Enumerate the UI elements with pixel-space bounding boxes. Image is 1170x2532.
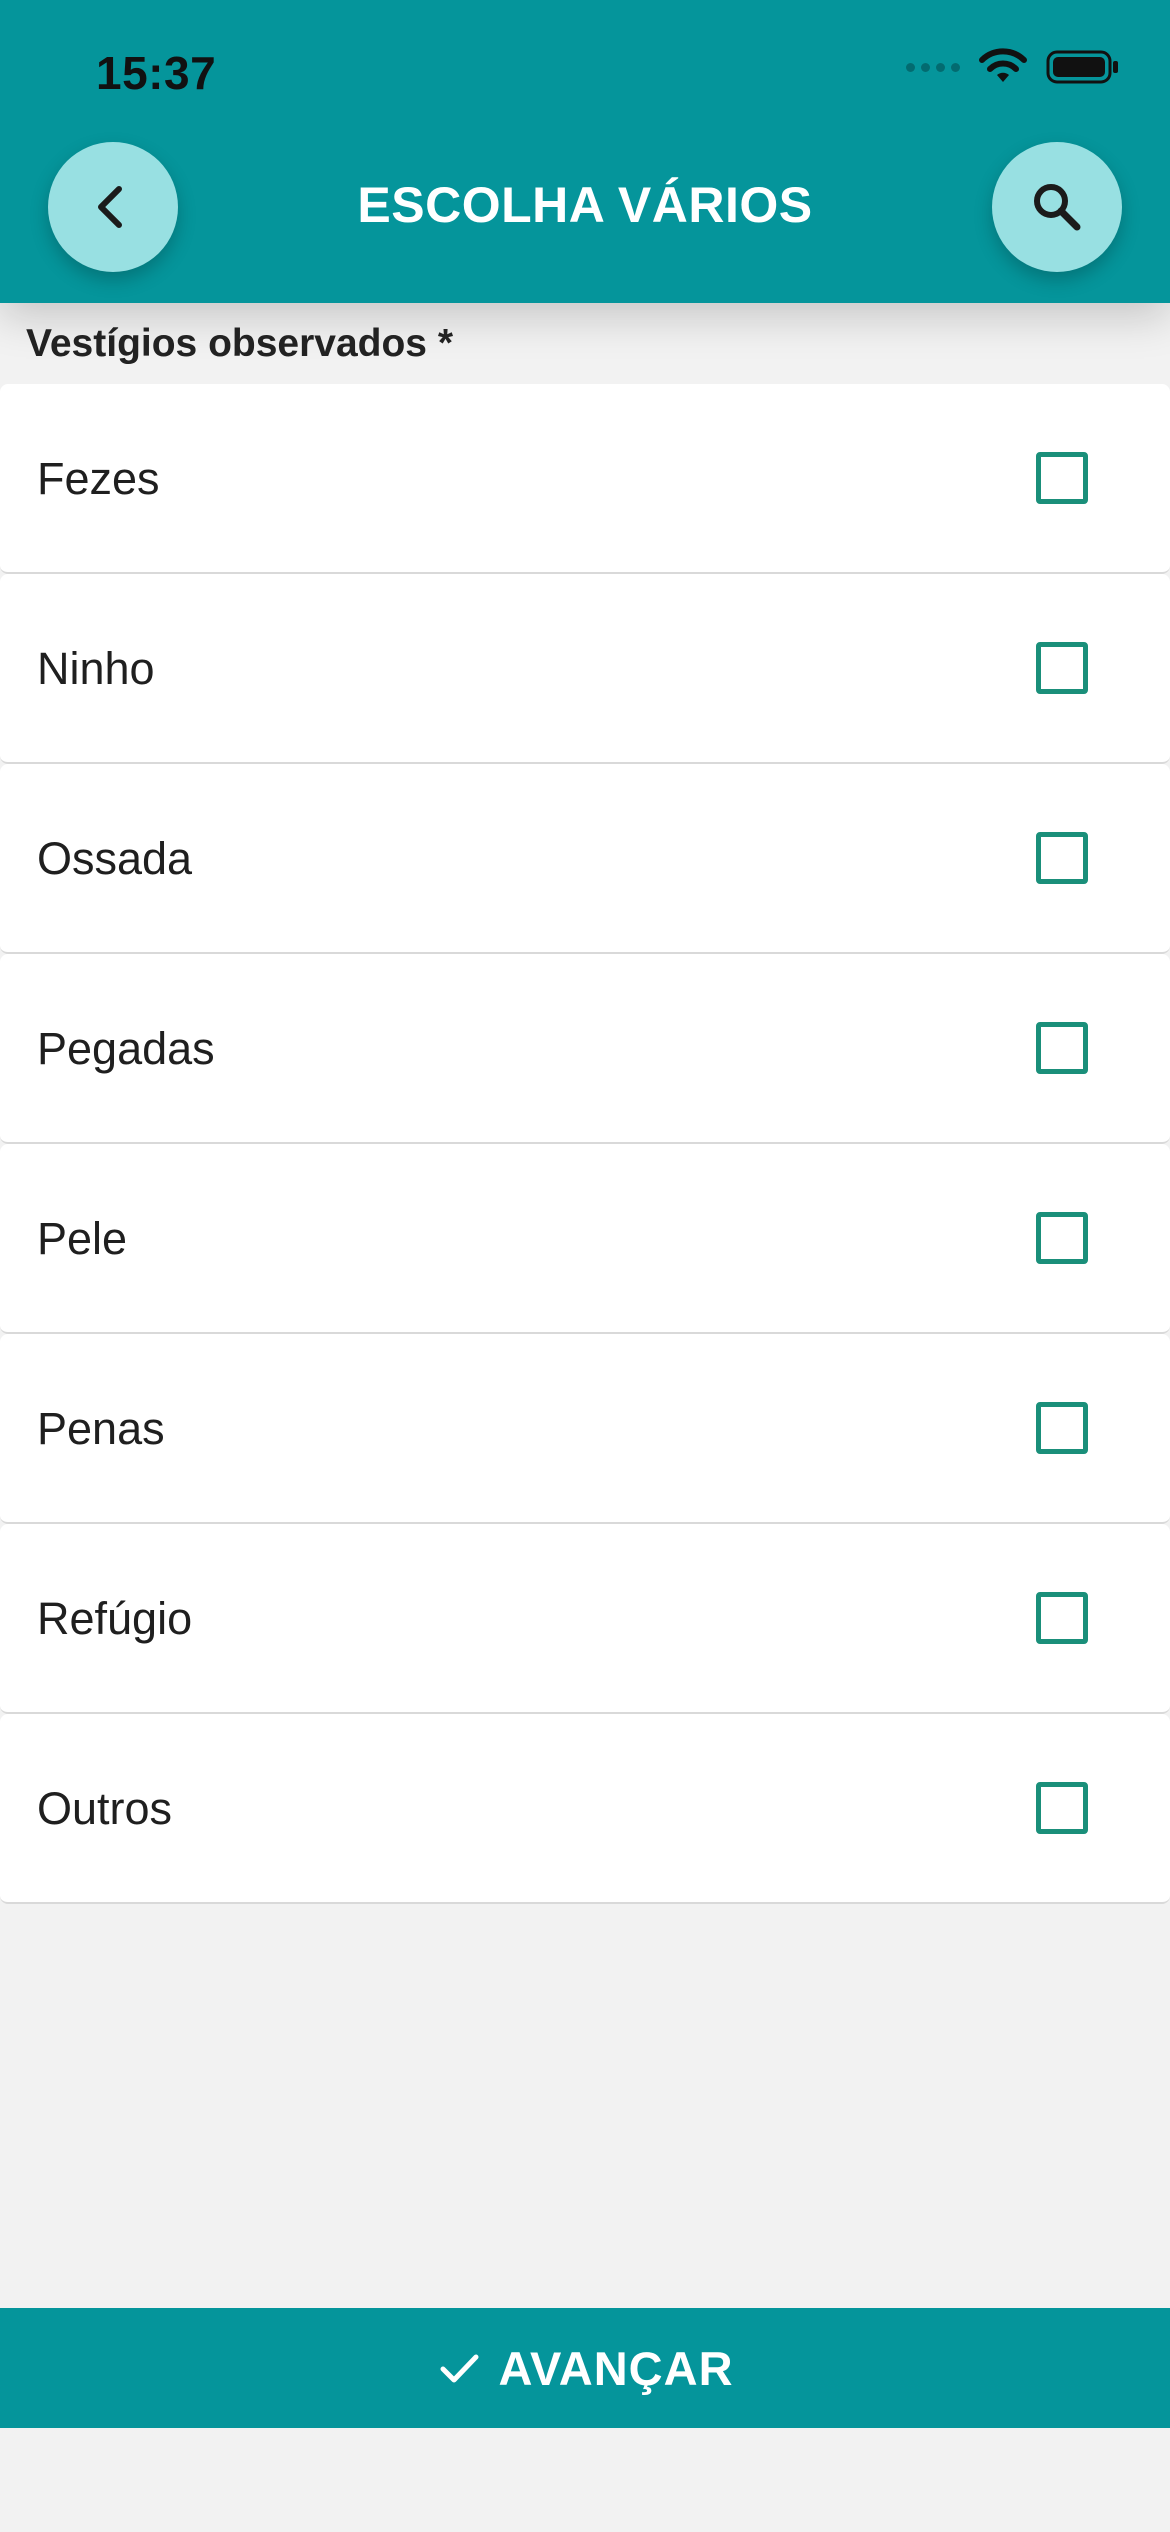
status-time: 15:37 <box>96 47 217 99</box>
search-icon <box>1034 184 1081 231</box>
option-checkbox[interactable] <box>1036 832 1088 884</box>
section-label: Vestígios observados * <box>26 322 454 365</box>
option-checkbox[interactable] <box>1036 1212 1088 1264</box>
advance-button[interactable]: AVANÇAR <box>0 2308 1170 2428</box>
option-row-pegadas[interactable]: Pegadas <box>0 954 1170 1144</box>
option-checkbox[interactable] <box>1036 1592 1088 1644</box>
option-row-ossada[interactable]: Ossada <box>0 764 1170 954</box>
option-label: Refúgio <box>37 1593 193 1644</box>
option-row-refugio[interactable]: Refúgio <box>0 1524 1170 1714</box>
option-checkbox[interactable] <box>1036 1022 1088 1074</box>
battery-icon <box>1046 50 1118 84</box>
status-icons <box>906 48 1120 86</box>
option-label: Fezes <box>37 453 160 504</box>
option-checkbox[interactable] <box>1036 452 1088 504</box>
option-checkbox[interactable] <box>1036 642 1088 694</box>
option-row-outros[interactable]: Outros <box>0 1714 1170 1904</box>
option-label: Pele <box>37 1213 128 1264</box>
option-row-penas[interactable]: Penas <box>0 1334 1170 1524</box>
search-button[interactable] <box>992 142 1122 272</box>
option-label: Penas <box>37 1403 165 1454</box>
option-label: Outros <box>37 1783 173 1834</box>
options-list: Fezes Ninho Ossada Pegadas Pele Penas Re… <box>0 384 1170 1904</box>
option-row-fezes[interactable]: Fezes <box>0 384 1170 574</box>
check-icon <box>440 2354 479 2383</box>
wifi-icon <box>979 48 1027 82</box>
app-header: 15:37 ESCOLHA VÁRIOS <box>0 0 1170 303</box>
option-label: Ninho <box>37 643 155 694</box>
option-row-pele[interactable]: Pele <box>0 1144 1170 1334</box>
option-label: Ossada <box>37 833 193 884</box>
option-label: Pegadas <box>37 1023 215 1074</box>
cellular-signal-icon <box>906 62 960 72</box>
advance-button-label: AVANÇAR <box>498 2341 734 2395</box>
option-checkbox[interactable] <box>1036 1782 1088 1834</box>
option-row-ninho[interactable]: Ninho <box>0 574 1170 764</box>
option-checkbox[interactable] <box>1036 1402 1088 1454</box>
